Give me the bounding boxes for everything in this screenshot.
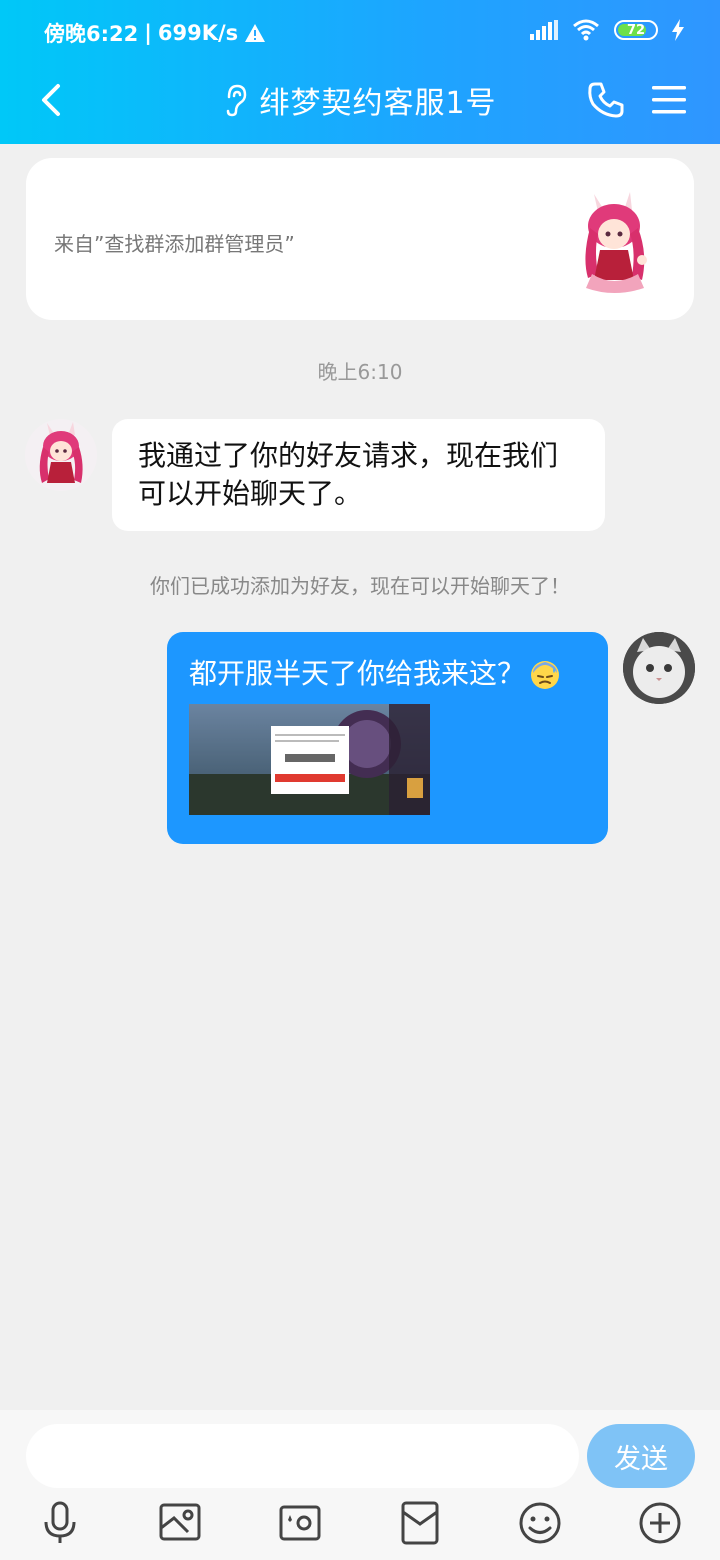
system-notice: 你们已成功添加为好友，现在可以开始聊天了！ [150, 574, 570, 598]
message-input[interactable] [26, 1424, 579, 1488]
ear-icon [227, 84, 247, 117]
user-avatar[interactable] [623, 632, 695, 704]
anime-character-icon [39, 422, 83, 483]
send-button[interactable]: 发送 [587, 1424, 695, 1488]
red-packet-icon[interactable] [398, 1500, 442, 1546]
incoming-message-bubble[interactable]: 我通过了你的好友请求，现在我们可以开始聊天了。 [112, 419, 605, 531]
warning-icon [245, 24, 266, 42]
image-icon[interactable] [158, 1500, 202, 1546]
sweat-emoji-icon [531, 661, 560, 689]
network-speed: 699K/s [157, 21, 239, 45]
nav-bar: 绯梦契约客服1号 [0, 70, 720, 132]
plus-icon[interactable] [638, 1500, 682, 1546]
chat-header: 傍晚6:22 | 699K/s 72 绯梦契约客服1号 [0, 0, 720, 144]
outgoing-message-text: 都开服半天了你给我来这？ [189, 657, 526, 690]
source-card-text: 来自”查找群添加群管理员” [54, 232, 295, 256]
camera-icon[interactable] [278, 1500, 322, 1546]
menu-icon[interactable] [650, 82, 688, 118]
charging-icon [672, 19, 684, 41]
outgoing-message-bubble[interactable]: 都开服半天了你给我来这？ [167, 632, 608, 844]
input-bar: 发送 [0, 1410, 720, 1560]
input-toolbar [0, 1500, 720, 1550]
cat-photo-icon [623, 632, 695, 704]
signal-icon [530, 20, 558, 40]
message-timestamp: 晚上6:10 [317, 360, 403, 384]
microphone-icon[interactable] [38, 1500, 82, 1546]
battery-level: 72 [626, 22, 646, 38]
phone-icon[interactable] [586, 80, 626, 120]
status-bar: 傍晚6:22 | 699K/s 72 [0, 0, 720, 66]
source-card[interactable]: 来自”查找群添加群管理员” [26, 158, 694, 320]
emoji-icon[interactable] [518, 1500, 562, 1546]
status-time: 傍晚6:22 [44, 22, 139, 46]
wifi-icon [573, 19, 599, 41]
anime-character-avatar [585, 192, 647, 293]
chat-title[interactable]: 绯梦契约客服1号 [259, 78, 496, 122]
contact-avatar[interactable] [25, 419, 97, 491]
battery-indicator: 72 [614, 20, 658, 40]
game-screenshot-image [189, 704, 430, 815]
screenshot-thumbnail[interactable] [189, 704, 430, 815]
